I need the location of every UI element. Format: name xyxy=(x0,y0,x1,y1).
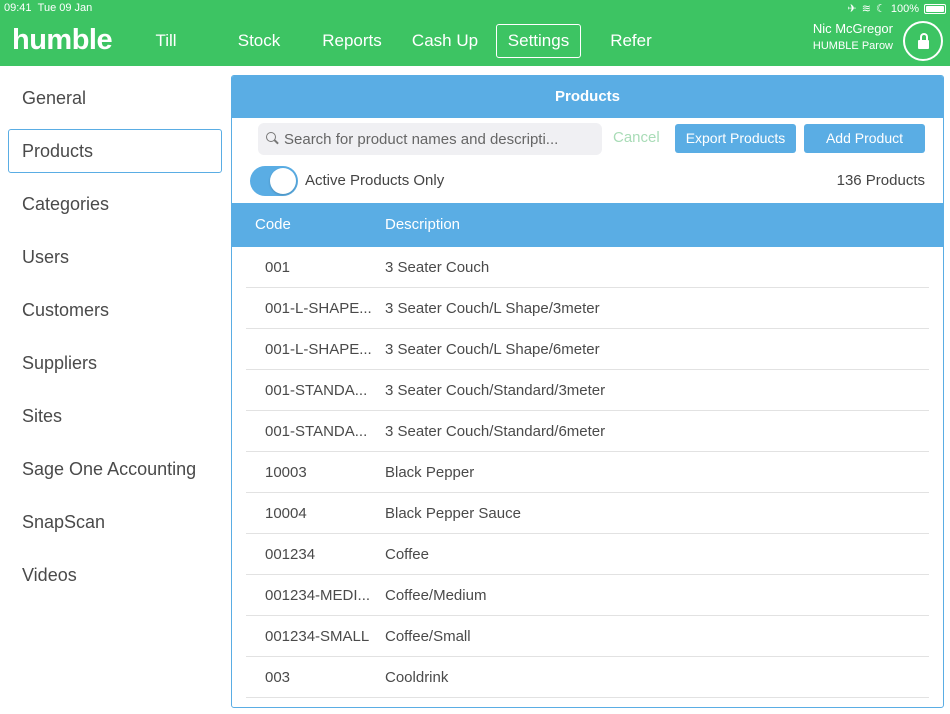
sidebar-item-categories[interactable]: Categories xyxy=(8,182,222,226)
cell-code: 001234-SMALL xyxy=(265,628,370,645)
cell-code: 003 xyxy=(265,669,291,686)
search-box[interactable] xyxy=(258,123,602,155)
product-count: 136 Products xyxy=(836,172,925,189)
cell-code: 10003 xyxy=(265,464,307,481)
table-header: Code Description xyxy=(232,203,943,247)
cell-description: Black Pepper Sauce xyxy=(385,505,521,522)
status-clock: 09:41 xyxy=(4,2,32,14)
cell-code: 10004 xyxy=(265,505,307,522)
sidebar-item-snapscan[interactable]: SnapScan xyxy=(8,500,222,544)
wifi-icon: ≋ xyxy=(861,3,871,15)
cell-description: 3 Seater Couch/Standard/6meter xyxy=(385,423,606,440)
cancel-button[interactable]: Cancel xyxy=(613,129,660,146)
cell-code: 001-STANDA... xyxy=(265,423,368,440)
add-product-button[interactable]: Add Product xyxy=(804,124,925,153)
nav-settings[interactable]: Settings xyxy=(496,24,581,58)
cell-code: 001-L-SHAPE... xyxy=(265,341,372,358)
cell-description: Black Pepper xyxy=(385,464,475,481)
table-row[interactable]: 001234-SMALL Coffee/Small xyxy=(232,616,943,657)
sidebar-item-sites[interactable]: Sites xyxy=(8,394,222,438)
cell-description: 3 Seater Couch xyxy=(385,259,490,276)
nav-refer[interactable]: Refer xyxy=(604,24,658,58)
products-panel: Products Cancel Export Products Add Prod… xyxy=(231,75,944,708)
cell-code: 001-L-SHAPE... xyxy=(265,300,372,317)
sidebar-item-suppliers[interactable]: Suppliers xyxy=(8,341,222,385)
products-table: 001 3 Seater Couch 001-L-SHAPE... 3 Seater… xyxy=(232,247,943,698)
status-date: Tue 09 Jan xyxy=(37,2,93,14)
airplane-icon: ✈ xyxy=(847,3,857,15)
panel-title: Products xyxy=(232,76,943,118)
table-row[interactable]: 001234 Coffee xyxy=(232,534,943,575)
cell-description: Coffee xyxy=(385,546,429,563)
toggle-knob xyxy=(270,168,296,194)
user-name: Nic McGregor xyxy=(812,21,893,36)
cell-code: 001234-MEDI... xyxy=(265,587,371,604)
cell-code: 001-STANDA... xyxy=(265,382,368,399)
table-row[interactable]: 003 Cooldrink xyxy=(232,657,943,698)
status-icons: ✈ ≋ ☾ 100% xyxy=(848,2,946,15)
cell-description: Coffee/Medium xyxy=(385,587,487,604)
table-row[interactable]: 001 3 Seater Couch xyxy=(232,247,943,288)
cell-code: 001 xyxy=(265,259,291,276)
cell-description: 3 Seater Couch/L Shape/6meter xyxy=(385,341,600,358)
cell-description: 3 Seater Couch/Standard/3meter xyxy=(385,382,606,399)
nav-cash-up[interactable]: Cash Up xyxy=(408,24,482,58)
sidebar-item-sage-one-accounting[interactable]: Sage One Accounting xyxy=(8,447,222,491)
humble-logo: humble xyxy=(12,24,113,56)
top-bar: 09:41 Tue 09 Jan ✈ ≋ ☾ 100% humble Till … xyxy=(0,0,950,66)
search-input[interactable] xyxy=(284,123,596,155)
table-row[interactable]: 10004 Black Pepper Sauce xyxy=(232,493,943,534)
sidebar-item-general[interactable]: General xyxy=(8,76,222,120)
cell-code: 001234 xyxy=(265,546,316,563)
table-row[interactable]: 10003 Black Pepper xyxy=(232,452,943,493)
nav-stock[interactable]: Stock xyxy=(231,24,287,58)
settings-sidebar: General Products Categories Users Custom… xyxy=(0,66,232,714)
column-header-description[interactable]: Description xyxy=(385,216,460,233)
moon-icon: ☾ xyxy=(875,3,886,15)
export-products-button[interactable]: Export Products xyxy=(675,124,796,153)
active-products-toggle[interactable] xyxy=(250,166,298,196)
table-row[interactable]: 001-STANDA... 3 Seater Couch/Standard/6me… xyxy=(232,411,943,452)
search-icon xyxy=(266,132,276,142)
table-row[interactable]: 001-L-SHAPE... 3 Seater Couch/L Shape/6me… xyxy=(232,329,943,370)
nav-till[interactable]: Till xyxy=(146,24,186,58)
cell-description: Coffee/Small xyxy=(385,628,471,645)
lock-button[interactable] xyxy=(903,21,943,61)
table-row[interactable]: 001-STANDA... 3 Seater Couch/Standard/3me… xyxy=(232,370,943,411)
column-header-code[interactable]: Code xyxy=(255,216,291,233)
battery-icon xyxy=(924,3,946,14)
sidebar-item-products[interactable]: Products xyxy=(8,129,222,173)
cell-description: 3 Seater Couch/L Shape/3meter xyxy=(385,300,600,317)
sidebar-item-customers[interactable]: Customers xyxy=(8,288,222,332)
battery-percent: 100% xyxy=(890,2,919,15)
sidebar-item-users[interactable]: Users xyxy=(8,235,222,279)
user-site: HUMBLE Parow xyxy=(812,40,893,52)
table-row[interactable]: 001-L-SHAPE... 3 Seater Couch/L Shape/3me… xyxy=(232,288,943,329)
sidebar-item-videos[interactable]: Videos xyxy=(8,553,222,597)
cell-description: Cooldrink xyxy=(385,669,449,686)
active-products-label: Active Products Only xyxy=(305,172,445,189)
status-time: 09:41 Tue 09 Jan xyxy=(4,2,92,14)
table-row[interactable]: 001234-MEDI... Coffee/Medium xyxy=(232,575,943,616)
nav-reports[interactable]: Reports xyxy=(318,24,386,58)
